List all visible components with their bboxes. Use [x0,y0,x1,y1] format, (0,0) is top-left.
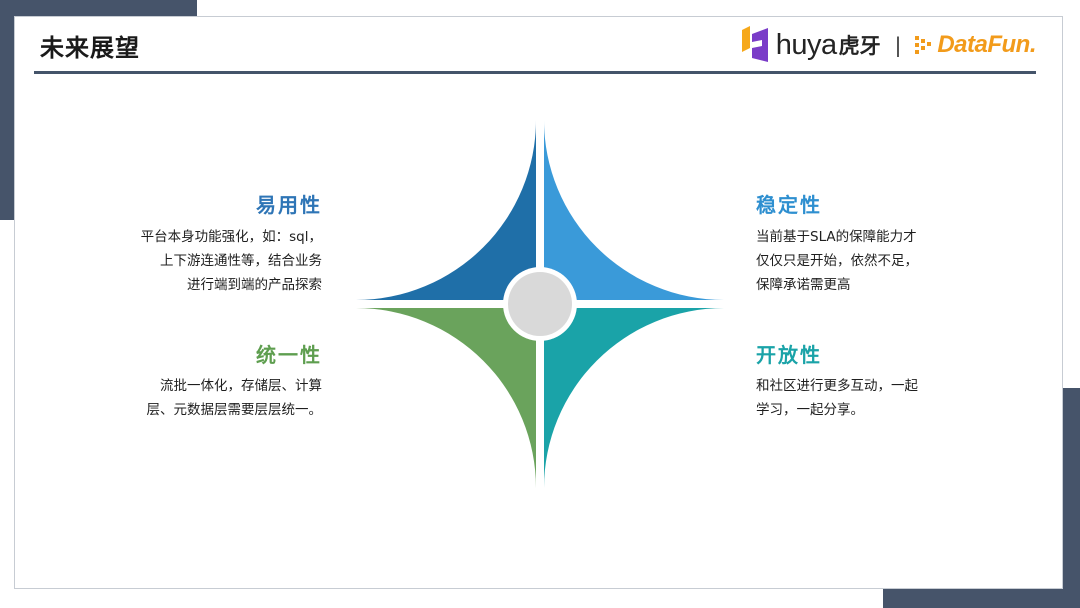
quadrant-label-unify: 更统一 [413,365,479,390]
feature-heading-unify: 统一性 [256,343,322,367]
huya-logo-icon [741,26,768,62]
huya-logo-cn-text: 虎牙 [838,34,881,58]
feature-heading-open: 开放性 [756,343,822,367]
feature-desc-line: 上下游连通性等，结合业务 [160,253,322,269]
feature-desc-line: 进行端到端的产品探索 [187,277,322,293]
feature-desc-stable: 当前基于SLA的保障能力才 仅仅只是开始，依然不足， 保障承诺需更高 [756,225,918,297]
datafun-logo-icon [915,36,932,54]
quadrant-label-ease: 更易用 [413,218,479,243]
quadrant-unify [356,308,536,488]
logo-separator: | [894,33,902,57]
datafun-logo-text: DataFun. [937,31,1036,58]
page-title: 未来展望 [40,34,140,62]
quadrant-svg [356,120,724,488]
quadrant-stable [544,120,724,300]
quadrant-ease [356,120,536,300]
feature-desc-line: 流批一体化，存储层、计算 [160,378,322,394]
title-divider [34,71,1036,74]
feature-desc-line: 当前基于SLA的保障能力才 [756,229,917,245]
quadrant-label-open: 更开放 [599,365,665,390]
feature-heading-ease: 易用性 [256,193,322,217]
feature-desc-open: 和社区进行更多互动，一起 学习，一起分享。 [756,374,918,422]
quadrant-label-stable: 更稳定 [599,218,665,243]
feature-desc-line: 仅仅只是开始，依然不足， [756,253,918,269]
quadrant-diagram: 更易用 更稳定 更统一 更开放 [356,120,724,488]
feature-desc-line: 保障承诺需更高 [756,277,851,293]
feature-desc-line: 和社区进行更多互动，一起 [756,378,918,394]
feature-heading-stable: 稳定性 [756,193,822,217]
huya-logo-text: huya [775,28,837,61]
logo-bar: huya 虎牙 | DataFun. [740,22,1036,68]
feature-desc-line: 平台本身功能强化，如：sql， [140,229,322,245]
quadrant-open [544,308,724,488]
feature-desc-line: 学习，一起分享。 [756,402,864,418]
center-circle [508,272,572,336]
feature-desc-ease: 平台本身功能强化，如：sql， 上下游连通性等，结合业务 进行端到端的产品探索 [141,225,322,297]
feature-desc-line: 层、元数据层需要层层统一。 [146,402,323,418]
feature-desc-unify: 流批一体化，存储层、计算 层、元数据层需要层层统一。 [147,374,323,422]
